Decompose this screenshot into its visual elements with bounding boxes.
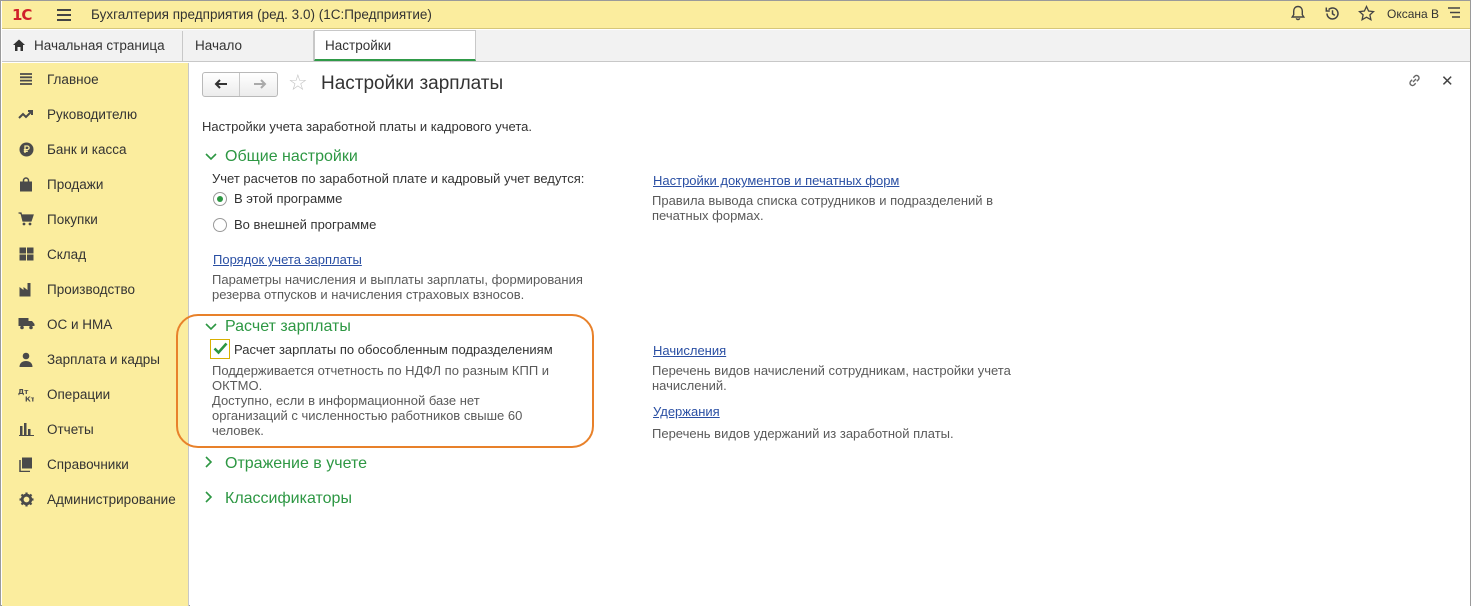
gear-icon <box>18 492 34 508</box>
section-title: Классификаторы <box>225 490 352 507</box>
back-arrow-icon[interactable] <box>203 73 240 96</box>
sidebar-item-main[interactable]: Главное <box>2 63 189 97</box>
app-title: Бухгалтерия предприятия (ред. 3.0) (1С:П… <box>91 7 432 22</box>
separate-divisions-hint: Поддерживается отчетность по НДФЛ по раз… <box>212 363 550 438</box>
checkmark-icon <box>213 342 228 355</box>
sidebar-item-label: Зарплата и кадры <box>47 352 160 367</box>
ruble-coin-icon <box>18 142 34 158</box>
dt-kt-icon: Дт Кт <box>18 387 36 404</box>
favorite-star-icon[interactable]: ☆ <box>288 71 308 95</box>
home-icon <box>13 39 25 51</box>
settings-menu-icon[interactable] <box>1444 5 1464 25</box>
tabs-bar: Начальная страница Начало работы✕ Настро… <box>2 30 1470 83</box>
sidebar-item-label: Производство <box>47 282 136 297</box>
sidebar-item-sales[interactable]: Продажи <box>2 168 189 202</box>
sidebar-item-reports[interactable]: Отчеты <box>2 413 189 447</box>
sidebar-item-fixed-assets[interactable]: ОС и НМА <box>2 308 189 342</box>
radio-external-program[interactable] <box>213 218 227 232</box>
user-name[interactable]: Оксана В <box>1387 7 1439 21</box>
main-menu-icon[interactable] <box>57 9 71 21</box>
section-title: Общие настройки <box>225 148 358 165</box>
menu-lines-icon <box>18 72 34 88</box>
sidebar: Главное Руководителю Банк и касса Продаж… <box>2 63 189 606</box>
sidebar-item-administration[interactable]: Администрирование <box>2 483 189 517</box>
tab-label: Начальная страница <box>34 38 165 53</box>
section-title: Расчет зарплаты <box>225 318 351 335</box>
bell-icon[interactable] <box>1288 5 1308 25</box>
link-icon[interactable] <box>1407 73 1422 92</box>
tab-payroll-settings[interactable]: Настройки зарплаты✕ <box>314 30 476 83</box>
sidebar-item-label: Покупки <box>47 212 98 227</box>
sidebar-item-label: Операции <box>47 387 111 402</box>
radio-in-program-label[interactable]: В этой программе <box>234 191 342 206</box>
sidebar-item-label: ОС и НМА <box>47 317 113 332</box>
separate-divisions-checkbox[interactable] <box>210 339 230 359</box>
page-title: Настройки зарплаты <box>321 73 504 94</box>
app-logo: 1С <box>12 6 32 24</box>
sidebar-item-bank[interactable]: Банк и касса <box>2 133 189 167</box>
docs-settings-link[interactable]: Настройки документов и печатных форм <box>653 173 899 188</box>
chevron-right-icon <box>205 491 219 506</box>
books-icon <box>18 457 34 473</box>
sidebar-item-label: Администрирование <box>47 492 176 507</box>
bar-chart-icon <box>18 422 34 438</box>
payroll-order-link[interactable]: Порядок учета зарплаты <box>213 252 362 267</box>
warehouse-icon <box>18 247 34 263</box>
page-description: Настройки учета заработной платы и кадро… <box>202 119 532 134</box>
accounting-question: Учет расчетов по заработной плате и кадр… <box>212 171 585 186</box>
radio-external-program-label[interactable]: Во внешней программе <box>234 217 376 232</box>
chevron-down-icon <box>205 319 219 334</box>
radio-in-program[interactable] <box>213 192 227 206</box>
sidebar-item-purchases[interactable]: Покупки <box>2 203 189 237</box>
sidebar-item-operations[interactable]: Дт Кт Операции <box>2 378 189 412</box>
sidebar-item-label: Склад <box>47 247 87 262</box>
sidebar-item-directories[interactable]: Справочники <box>2 448 189 482</box>
docs-settings-hint: Правила вывода списка сотрудников и подр… <box>652 193 994 223</box>
sidebar-item-warehouse[interactable]: Склад <box>2 238 189 272</box>
section-payroll-calculation[interactable]: Расчет зарплаты <box>205 318 351 336</box>
accruals-link[interactable]: Начисления <box>653 343 726 358</box>
truck-icon <box>18 317 35 333</box>
sidebar-item-production[interactable]: Производство <box>2 273 189 307</box>
tab-getting-started[interactable]: Начало работы✕ <box>185 31 314 83</box>
sidebar-item-label: Справочники <box>47 457 129 472</box>
payroll-order-hint: Параметры начисления и выплаты зарплаты,… <box>212 272 583 302</box>
deductions-hint: Перечень видов удержаний из заработной п… <box>652 426 954 441</box>
tab-home[interactable]: Начальная страница <box>2 31 183 61</box>
sidebar-item-label: Руководителю <box>47 107 138 122</box>
cart-icon <box>18 212 34 228</box>
close-icon[interactable]: ✕ <box>1441 72 1454 90</box>
accruals-hint: Перечень видов начислений сотрудникам, н… <box>652 363 1011 393</box>
history-icon[interactable] <box>1322 5 1342 25</box>
nav-buttons <box>202 72 278 97</box>
chevron-right-icon <box>205 456 219 471</box>
section-title: Отражение в учете <box>225 455 367 472</box>
app-window: 1С Бухгалтерия предприятия (ред. 3.0) (1… <box>0 0 1471 606</box>
separate-divisions-label[interactable]: Расчет зарплаты по обособленным подразде… <box>234 342 553 357</box>
sidebar-item-manager[interactable]: Руководителю <box>2 98 189 132</box>
sidebar-item-label: Банк и касса <box>47 142 127 157</box>
trend-icon <box>18 107 34 123</box>
section-general-settings[interactable]: Общие настройки <box>205 148 358 166</box>
section-classifiers[interactable]: Классификаторы <box>205 490 352 508</box>
star-favorites-icon[interactable] <box>1356 4 1376 25</box>
sidebar-item-label: Главное <box>47 72 99 87</box>
deductions-link[interactable]: Удержания <box>653 404 720 419</box>
chevron-down-icon <box>205 149 219 164</box>
person-icon <box>18 352 34 368</box>
forward-arrow-icon[interactable] <box>241 73 278 96</box>
section-accounting-reflection[interactable]: Отражение в учете <box>205 455 367 473</box>
svg-text:Кт: Кт <box>25 396 34 403</box>
title-bar: 1С Бухгалтерия предприятия (ред. 3.0) (1… <box>2 1 1470 29</box>
main-content: ☆ Настройки зарплаты ✕ Настройки учета з… <box>176 63 1470 606</box>
sidebar-item-label: Продажи <box>47 177 104 192</box>
factory-icon <box>18 282 34 298</box>
sidebar-item-payroll-hr[interactable]: Зарплата и кадры <box>2 343 189 377</box>
shopping-bag-icon <box>18 177 34 193</box>
sidebar-item-label: Отчеты <box>47 422 94 437</box>
